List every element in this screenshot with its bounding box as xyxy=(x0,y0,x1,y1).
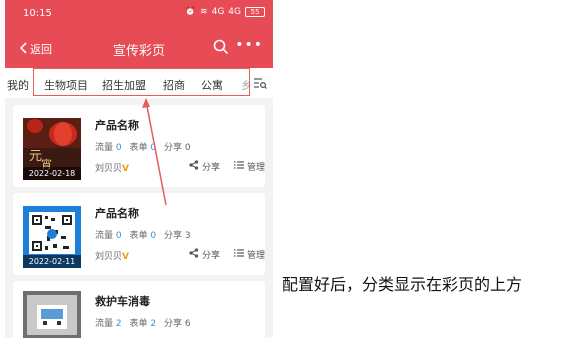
annotation-caption: 配置好后，分类显示在彩页的上方 xyxy=(282,275,523,294)
